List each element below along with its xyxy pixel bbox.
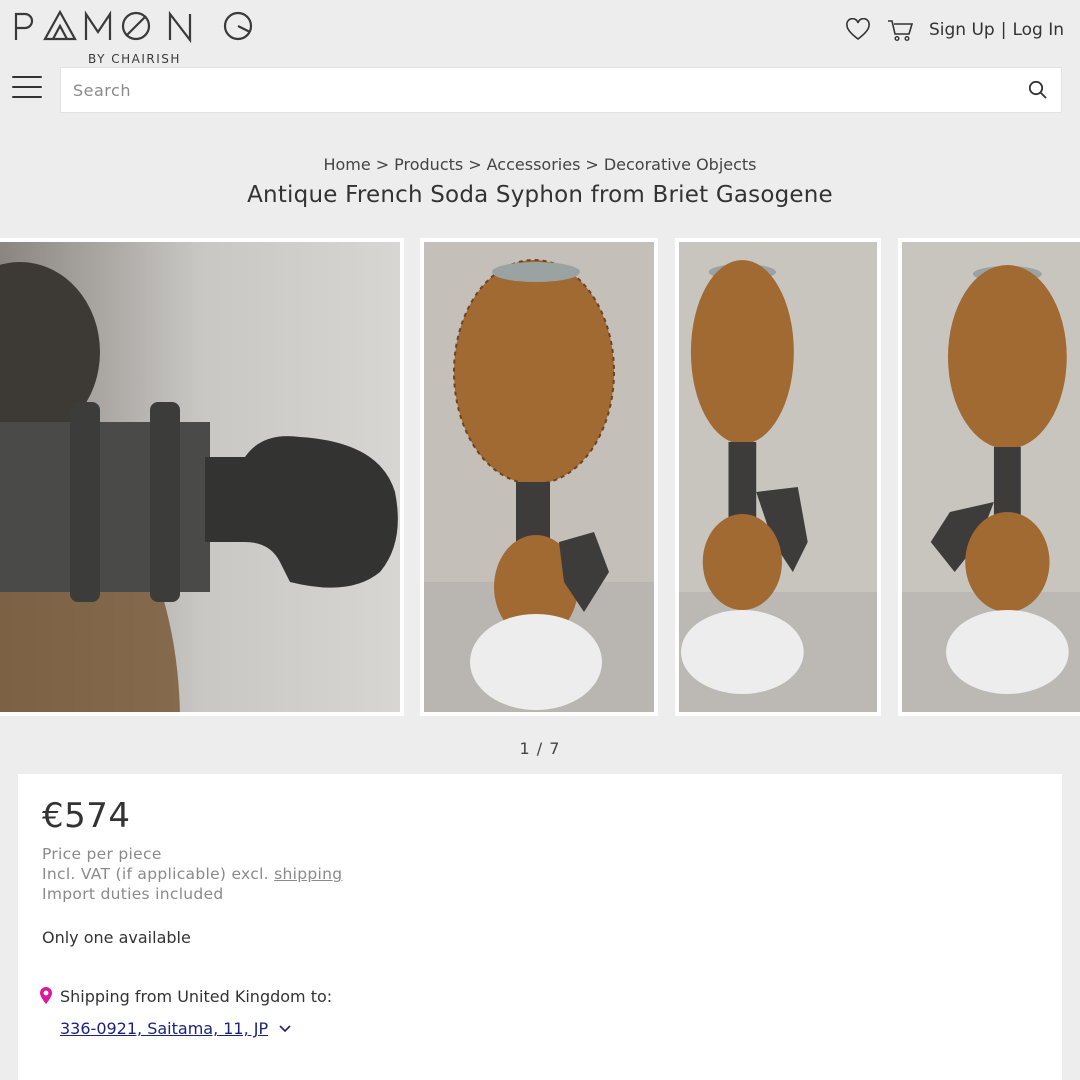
shipping-destination-selector[interactable]: 336-0921, Saitama, 11, JP <box>60 1019 292 1038</box>
search-icon[interactable] <box>1015 67 1061 113</box>
breadcrumb-products[interactable]: Products <box>394 155 463 174</box>
auth-separator: | <box>1000 20 1007 40</box>
price-per-piece: Price per piece <box>42 845 162 863</box>
product-photo-4[interactable] <box>898 238 1080 716</box>
vat-text: Incl. VAT (if applicable) excl. <box>42 865 269 883</box>
vat-info: Incl. VAT (if applicable) excl. shipping <box>42 864 342 884</box>
product-gallery[interactable] <box>0 238 1080 716</box>
breadcrumb-separator: > <box>585 155 599 174</box>
sign-up-link[interactable]: Sign Up <box>929 20 995 40</box>
breadcrumb-home[interactable]: Home <box>323 155 370 174</box>
shipping-label: Shipping from United Kingdom to: <box>60 986 333 1006</box>
breadcrumb: Home > Products > Accessories > Decorative Obj… <box>0 155 1080 174</box>
breadcrumb-accessories[interactable]: Accessories <box>487 155 581 174</box>
header-actions: Sign Up | Log In <box>843 14 1064 46</box>
availability-text: Only one available <box>42 928 191 947</box>
price-details: Price per piece Incl. VAT (if applicable… <box>42 844 342 904</box>
location-pin-icon <box>40 987 52 1004</box>
shipping-destination[interactable]: 336-0921, Saitama, 11, JP <box>60 1019 268 1038</box>
breadcrumb-separator: > <box>468 155 482 174</box>
logo-subtitle: BY CHAIRISH <box>88 52 181 66</box>
search-input[interactable] <box>61 68 1015 112</box>
logo-wordmark <box>14 9 253 44</box>
breadcrumb-separator: > <box>375 155 390 174</box>
chevron-down-icon[interactable] <box>278 1022 292 1036</box>
duties-info: Import duties included <box>42 885 224 903</box>
product-price: €574 <box>42 796 131 836</box>
pamono-logo[interactable]: BY CHAIRISH <box>12 8 258 66</box>
hamburger-menu-icon[interactable] <box>12 76 42 104</box>
product-photo-3[interactable] <box>675 238 881 716</box>
shipping-origin: Shipping from United Kingdom to: <box>38 986 332 1006</box>
product-photo-1[interactable] <box>0 238 404 716</box>
product-photo-2[interactable] <box>420 238 658 716</box>
gallery-pager: 1 / 7 <box>519 739 561 758</box>
product-info-panel: €574 Price per piece Incl. VAT (if appli… <box>18 774 1062 1080</box>
log-in-link[interactable]: Log In <box>1012 20 1064 40</box>
product-title: Antique French Soda Syphon from Briet Ga… <box>247 182 833 208</box>
search-bar <box>60 67 1062 113</box>
breadcrumb-decorative-objects[interactable]: Decorative Objects <box>604 155 757 174</box>
heart-icon[interactable] <box>843 15 873 45</box>
cart-icon[interactable] <box>885 15 915 45</box>
auth-links: Sign Up | Log In <box>929 20 1064 40</box>
shipping-link[interactable]: shipping <box>274 865 342 883</box>
